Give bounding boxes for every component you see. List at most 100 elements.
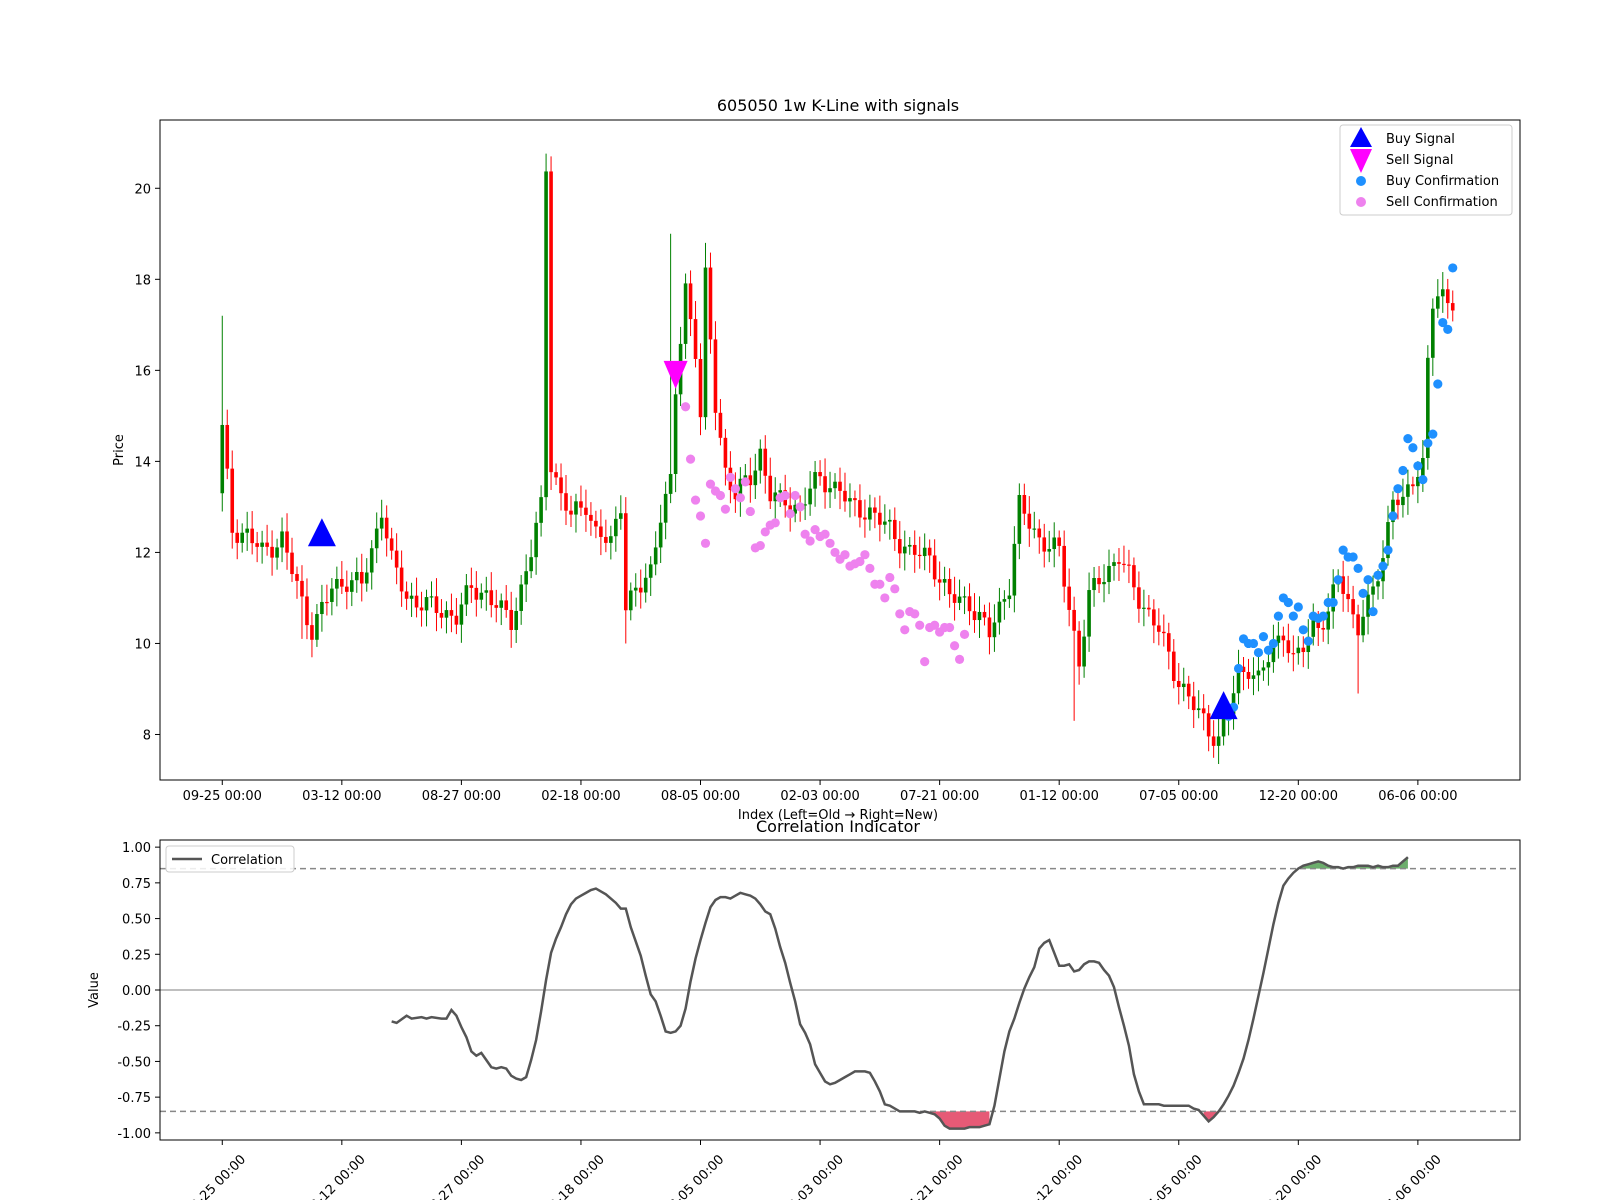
x-tick-label: 08-05 00:00 xyxy=(661,789,740,804)
sell-confirmation-point xyxy=(740,477,750,487)
candle-body xyxy=(1431,308,1435,358)
candle-body xyxy=(594,520,598,527)
x-tick-label: 01-12 00:00 xyxy=(1020,789,1099,804)
legend-buy-signal-label: Buy Signal xyxy=(1386,132,1455,147)
candle-body xyxy=(818,472,822,477)
candle-body xyxy=(1301,647,1306,653)
candle-body xyxy=(927,547,932,556)
candle-body xyxy=(1117,562,1121,564)
candle-body xyxy=(977,611,982,621)
candle-body xyxy=(932,555,937,580)
correlation-axes: 1.00 0.75 0.50 0.25 0.00 -0.25 -0.50 -0.75 -1.00… xyxy=(117,841,1444,1200)
candle-body xyxy=(1356,614,1360,636)
candle-body xyxy=(364,572,369,584)
candle-body xyxy=(345,586,349,592)
candle-body xyxy=(778,490,783,493)
candle-body xyxy=(459,604,464,625)
candle-body xyxy=(653,547,658,565)
x-tick-label: 03-12 00:00 xyxy=(302,1152,369,1200)
candle-body xyxy=(1411,484,1415,487)
candle-body xyxy=(265,542,269,547)
y-tick-label: 8 xyxy=(143,728,151,743)
candle-body xyxy=(1201,708,1206,714)
candle-body xyxy=(1162,631,1166,634)
x-tick-label: 07-05 00:00 xyxy=(1139,1152,1206,1200)
sell-confirmation-point xyxy=(959,629,970,639)
candle-body xyxy=(494,605,499,608)
candle-body xyxy=(628,590,633,611)
candle-body xyxy=(524,571,528,585)
candle-body xyxy=(658,522,663,548)
y-tick-label: -0.50 xyxy=(117,1055,151,1070)
candle-body xyxy=(823,476,827,493)
candle-body xyxy=(1251,675,1256,679)
kline-marks xyxy=(220,153,1458,764)
buy-confirmation-point xyxy=(1433,379,1443,389)
x-tick-label: 06-06 00:00 xyxy=(1378,1152,1445,1200)
candle-body xyxy=(1057,537,1061,546)
candle-body xyxy=(519,584,523,611)
candle-body xyxy=(873,507,877,513)
buy-confirmation-point xyxy=(1443,324,1453,334)
candle-body xyxy=(853,498,857,501)
legend-sell-confirmation-icon xyxy=(1356,197,1366,207)
candle-body xyxy=(1181,683,1186,688)
buy-confirmation-point xyxy=(1363,575,1373,585)
candle-body xyxy=(713,339,718,413)
candle-body xyxy=(584,507,588,515)
correlation-marks xyxy=(160,856,1520,1130)
candle-body xyxy=(878,512,882,525)
candle-body xyxy=(1281,635,1286,641)
candle-body xyxy=(838,481,842,491)
x-tick-label: 08-27 00:00 xyxy=(421,1152,488,1200)
sell-confirmation-point xyxy=(755,540,765,551)
buy-confirmation-point xyxy=(1403,434,1413,444)
buy-confirmation-point xyxy=(1423,438,1433,448)
candle-body xyxy=(753,470,758,486)
candle-body xyxy=(703,267,708,418)
candle-body xyxy=(579,501,583,508)
candle-body xyxy=(1102,582,1106,585)
candle-body xyxy=(1351,599,1355,615)
candle-body xyxy=(897,539,902,554)
candle-body xyxy=(379,517,384,529)
buy-confirmation-point xyxy=(1368,606,1378,617)
candle-body xyxy=(245,528,249,533)
buy-confirmation-point xyxy=(1413,461,1423,471)
candle-body xyxy=(1191,696,1196,711)
buy-confirmation-point xyxy=(1248,638,1259,649)
candle-body xyxy=(574,501,578,515)
candle-body xyxy=(902,546,907,554)
sell-confirmation-point xyxy=(944,622,955,633)
candle-body xyxy=(1142,607,1146,609)
candle-body xyxy=(484,590,489,593)
candle-body xyxy=(1371,586,1375,595)
candle-body xyxy=(912,544,917,555)
sell-confirmation-point xyxy=(895,609,905,619)
correlation-line xyxy=(391,856,1409,1130)
legend-correlation-label: Correlation xyxy=(211,853,283,868)
candle-body xyxy=(1436,296,1440,309)
buy-confirmation-point xyxy=(1408,443,1418,453)
candle-body xyxy=(643,577,648,593)
buy-confirmation-point xyxy=(1283,597,1293,608)
candle-body xyxy=(409,595,414,599)
buy-confirmation-point xyxy=(1258,632,1269,642)
candle-body xyxy=(1291,653,1296,655)
buy-confirmation-point xyxy=(1233,663,1244,674)
x-tick-label: 02-18 00:00 xyxy=(541,1152,608,1200)
candle-body xyxy=(1206,713,1211,737)
candle-body xyxy=(250,528,254,544)
candle-body xyxy=(967,596,972,612)
sell-confirmation-point xyxy=(795,502,805,512)
y-tick-label: 16 xyxy=(134,364,151,379)
candle-body xyxy=(1171,651,1176,681)
candle-body xyxy=(1445,289,1450,304)
candle-body xyxy=(868,507,872,520)
candle-body xyxy=(1107,565,1111,583)
sell-confirmation-point xyxy=(680,402,691,412)
y-tick-label: -1.00 xyxy=(117,1127,151,1142)
candle-body xyxy=(489,590,494,606)
sell-confirmation-point xyxy=(885,572,895,583)
sell-confirmation-point xyxy=(910,609,920,619)
